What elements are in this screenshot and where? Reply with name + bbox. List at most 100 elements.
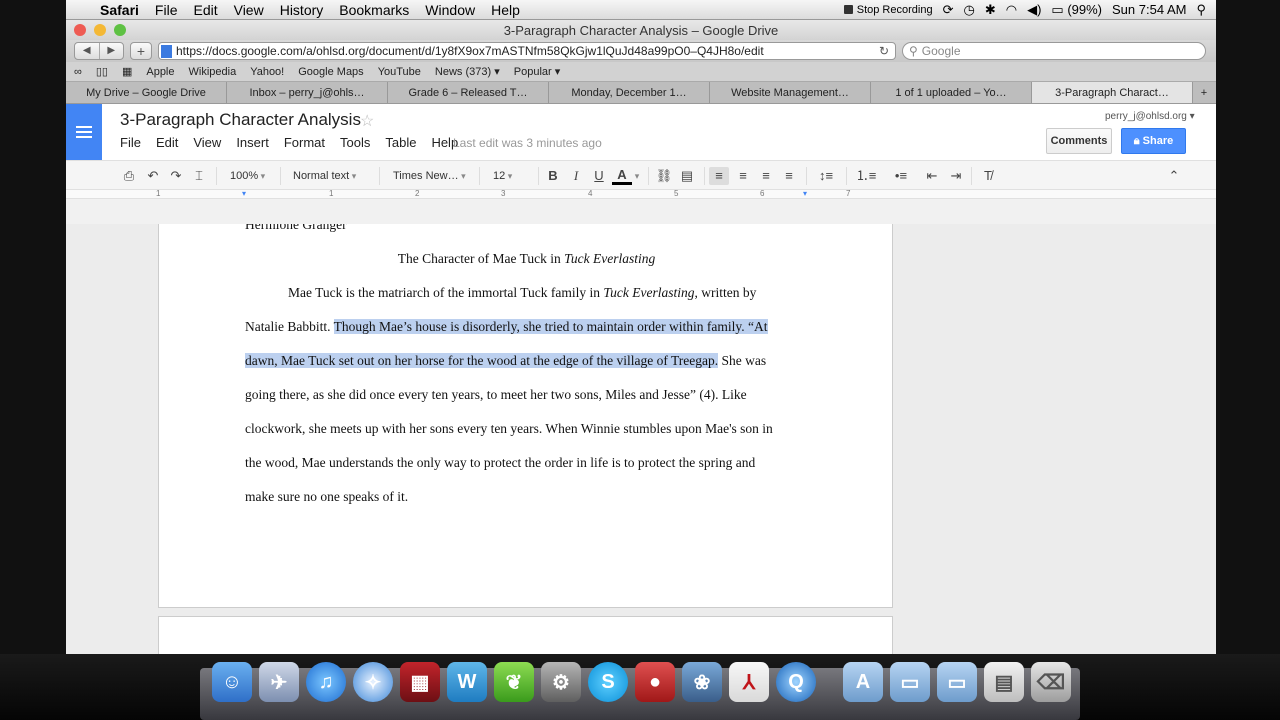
address-field[interactable]: https://docs.google.com/a/ohlsd.org/docu… (158, 42, 896, 60)
align-right-button[interactable]: ≡ (756, 167, 776, 185)
preview-icon[interactable]: ✈ (259, 662, 299, 702)
tab-website-management[interactable]: Website Management… (710, 82, 871, 103)
time-machine-icon[interactable]: ◷ (963, 2, 974, 18)
redo-icon[interactable]: ↷ (167, 167, 185, 185)
skype-icon[interactable]: S (588, 662, 628, 702)
bookmark-yahoo[interactable]: Yahoo! (250, 66, 284, 78)
link-icon[interactable]: ⛓ (654, 167, 674, 185)
increase-indent-icon[interactable]: ⇥ (946, 167, 966, 185)
back-button[interactable]: ◀ (75, 43, 100, 59)
wifi-icon[interactable]: ◠ (1006, 2, 1017, 18)
docs-menu-format[interactable]: Format (284, 135, 325, 150)
reload-icon[interactable]: ↻ (879, 44, 889, 58)
menu-window[interactable]: Window (417, 2, 483, 18)
tab-monday-december[interactable]: Monday, December 1… (549, 82, 710, 103)
docs-menu-tools[interactable]: Tools (340, 135, 370, 150)
forward-button[interactable]: ▶ (100, 43, 124, 59)
documents-folder-icon[interactable]: ▭ (890, 662, 930, 702)
tab-uploaded[interactable]: 1 of 1 uploaded – Yo… (871, 82, 1032, 103)
angry-birds-icon[interactable]: ● (635, 662, 675, 702)
tab-inbox[interactable]: Inbox – perry_j@ohls… (227, 82, 388, 103)
wunderlist-icon[interactable]: W (447, 662, 487, 702)
top-sites-grid-icon[interactable]: ▦ (122, 65, 132, 78)
justify-button[interactable]: ≡ (779, 167, 799, 185)
font-family-select[interactable]: Times New… (393, 167, 466, 185)
bookmarks-book-icon[interactable]: ▯▯ (96, 65, 108, 78)
menu-file[interactable]: File (147, 2, 186, 18)
downloads-folder-icon[interactable]: ▭ (937, 662, 977, 702)
numbered-list-icon[interactable]: ⒈≡ (852, 167, 880, 185)
tab-grade-6[interactable]: Grade 6 – Released T… (388, 82, 549, 103)
minimize-window-button[interactable] (94, 24, 106, 36)
bulleted-list-icon[interactable]: •≡ (887, 167, 915, 185)
document-title[interactable]: 3-Paragraph Character Analysis (120, 110, 361, 130)
docs-menu-insert[interactable]: Insert (236, 135, 269, 150)
reading-list-icon[interactable]: ∞ (74, 66, 82, 78)
bookmark-youtube[interactable]: YouTube (378, 66, 421, 78)
photo-booth-icon[interactable]: ▦ (400, 662, 440, 702)
quicktime-icon[interactable]: Q (776, 662, 816, 702)
text-color-dropdown-icon[interactable]: ▾ (632, 167, 642, 185)
tab-my-drive[interactable]: My Drive – Google Drive (66, 82, 227, 103)
bookmark-apple[interactable]: Apple (146, 66, 174, 78)
trash-icon[interactable]: ⌫ (1031, 662, 1071, 702)
bluetooth-icon[interactable]: ✱ (985, 2, 996, 18)
clock[interactable]: Sun 7:54 AM (1112, 2, 1186, 17)
share-button[interactable]: 🔒︎ Share (1121, 128, 1186, 154)
docs-menu-view[interactable]: View (193, 135, 221, 150)
close-window-button[interactable] (74, 24, 86, 36)
line-spacing-icon[interactable]: ↕≡ (812, 167, 840, 185)
system-preferences-icon[interactable]: ⚙ (541, 662, 581, 702)
battery-status[interactable]: ▭ (99%) (1051, 2, 1102, 18)
add-bookmark-button[interactable]: + (130, 42, 152, 60)
screenshot-icon[interactable]: ▤ (984, 662, 1024, 702)
last-edit-status[interactable]: Last edit was 3 minutes ago (453, 136, 602, 150)
star-icon[interactable]: ☆ (360, 111, 374, 131)
paragraph-style-select[interactable]: Normal text (293, 167, 356, 185)
undo-icon[interactable]: ↶ (144, 167, 162, 185)
zoom-window-button[interactable] (114, 24, 126, 36)
docs-home-icon[interactable] (66, 104, 102, 160)
comment-icon[interactable]: ▤ (678, 167, 696, 185)
text-color-button[interactable]: A (612, 167, 632, 185)
comments-button[interactable]: Comments (1046, 128, 1112, 154)
evernote-icon[interactable]: ❦ (494, 662, 534, 702)
docs-menu-table[interactable]: Table (385, 135, 416, 150)
menu-safari[interactable]: Safari (92, 2, 147, 18)
docs-menu-file[interactable]: File (120, 135, 141, 150)
volume-icon[interactable]: ◀) (1027, 2, 1041, 18)
font-size-select[interactable]: 12 (493, 167, 512, 185)
stop-recording-button[interactable]: Stop Recording (843, 4, 933, 16)
search-field[interactable]: ⚲ Google (902, 42, 1206, 60)
bookmark-wikipedia[interactable]: Wikipedia (189, 66, 237, 78)
decrease-indent-icon[interactable]: ⇤ (922, 167, 942, 185)
tab-character-analysis[interactable]: 3-Paragraph Charact… (1032, 82, 1193, 103)
underline-button[interactable]: U (590, 167, 608, 185)
iphoto-icon[interactable]: ❀ (682, 662, 722, 702)
menu-bookmarks[interactable]: Bookmarks (331, 2, 417, 18)
sync-icon[interactable]: ⟳ (943, 2, 954, 18)
applications-folder-icon[interactable]: A (843, 662, 883, 702)
acrobat-icon[interactable]: ⅄ (729, 662, 769, 702)
zoom-select[interactable]: 100% (230, 167, 265, 185)
docs-menu-edit[interactable]: Edit (156, 135, 178, 150)
new-tab-button[interactable]: + (1193, 82, 1215, 103)
bold-button[interactable]: B (544, 167, 562, 185)
document-page[interactable]: Hermione Granger The Character of Mae Tu… (158, 224, 893, 608)
selected-text[interactable]: Though Mae’s house is disorderly, she tr… (333, 319, 768, 334)
bookmark-google-maps[interactable]: Google Maps (298, 66, 363, 78)
menu-help[interactable]: Help (483, 2, 528, 18)
document-canvas[interactable]: Hermione Granger The Character of Mae Tu… (66, 224, 1216, 654)
left-indent-marker-icon[interactable]: ▾ (242, 189, 246, 198)
italic-button[interactable]: I (567, 167, 585, 185)
safari-icon[interactable]: ✧ (353, 662, 393, 702)
collapse-chevron-up-icon[interactable]: ⌃ (1164, 167, 1184, 185)
finder-icon[interactable]: ☺ (212, 662, 252, 702)
selected-text[interactable]: dawn, Mae Tuck set out on her horse for … (245, 353, 719, 368)
align-left-button[interactable]: ≡ (709, 167, 729, 185)
document-page-2[interactable] (158, 616, 893, 654)
paint-format-icon[interactable]: ⌶ (190, 167, 208, 185)
menu-edit[interactable]: Edit (185, 2, 225, 18)
menu-history[interactable]: History (272, 2, 332, 18)
clear-formatting-icon[interactable]: T̸ (978, 167, 998, 185)
